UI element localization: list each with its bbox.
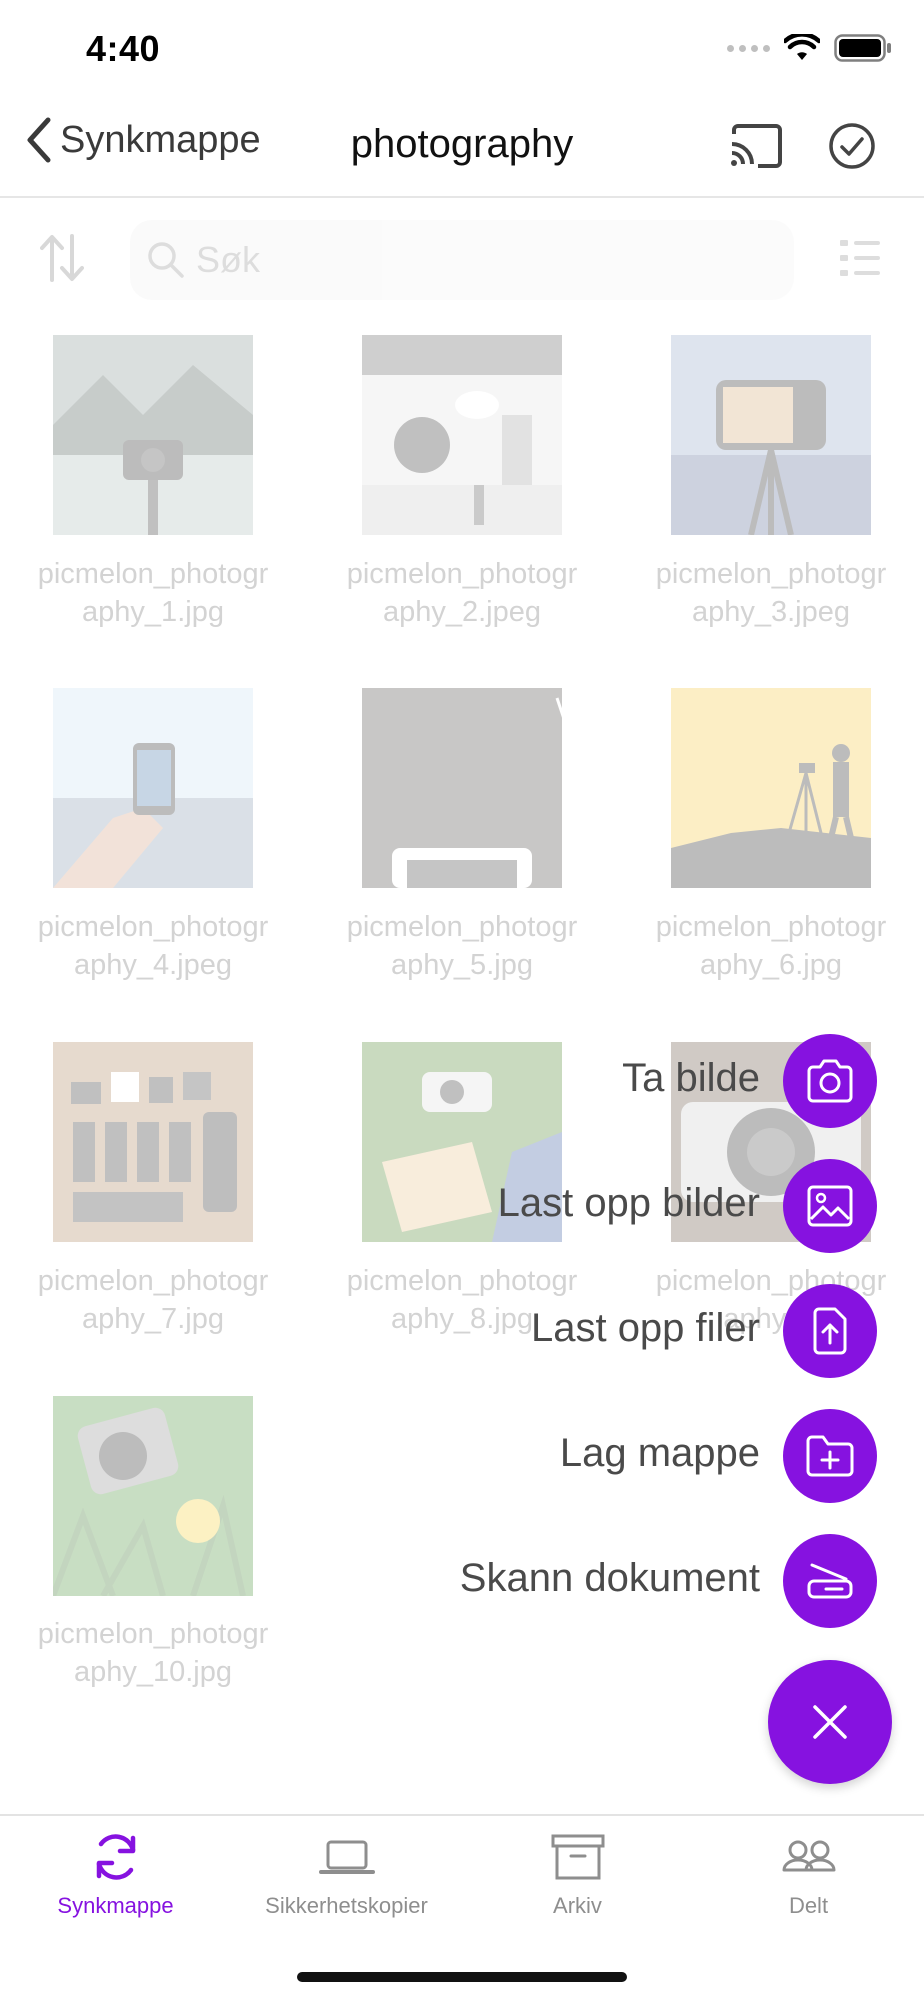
upload-photos-button[interactable] [783,1159,877,1253]
tab-label: Arkiv [553,1893,602,1918]
search-placeholder: Søk [196,239,261,280]
status-time: 4:40 [86,28,161,69]
upload-files-button[interactable] [783,1284,877,1378]
file-name: picmelon_photogr aphy_5.jpg [346,911,578,981]
folder-plus-icon [806,1435,854,1477]
sort-icon [40,234,84,282]
tab-label: Delt [788,1893,829,1918]
nav-divider [0,196,924,198]
file-name: picmelon_photogr aphy_2.jpeg [346,558,578,628]
wifi-icon [784,34,820,60]
file-thumbnail[interactable] [53,335,253,535]
tab-sikkerhetskopier[interactable]: Sikkerhetskopier [231,1830,462,1919]
tab-label: Synkmappe [57,1893,174,1918]
sort-button[interactable] [38,232,86,289]
signal-icon [727,44,770,52]
status-indicators [727,34,892,62]
file-name: picmelon_photogr aphy_3.jpeg [655,558,887,628]
archive-icon [551,1834,604,1880]
page-title: photography [350,122,574,166]
tab-label: Sikkerhetskopier [265,1893,428,1918]
laptop-icon [318,1840,375,1874]
search-input[interactable]: Søk [130,220,794,300]
file-name: picmelon_photogr aphy_1.jpg [37,558,269,628]
home-indicator [297,1972,627,1982]
create-folder-label[interactable]: Lag mappe [560,1431,760,1476]
file-thumbnail[interactable] [53,688,253,888]
camera-icon [807,1059,853,1103]
image-icon [807,1185,853,1227]
cast-button[interactable] [728,122,784,175]
upload-files-label[interactable]: Last opp filer [531,1306,760,1351]
scan-document-label[interactable]: Skann dokument [460,1556,760,1601]
search-icon [148,242,184,278]
checkmark-circle-icon [829,123,875,169]
sync-icon [96,1834,135,1880]
people-icon [782,1840,835,1872]
file-thumbnail[interactable] [362,688,562,888]
file-upload-icon [813,1307,847,1355]
file-name: picmelon_photogr aphy_4.jpeg [37,911,269,981]
upload-photos-label[interactable]: Last opp bilder [498,1181,760,1226]
file-thumbnail[interactable] [362,335,562,535]
file-thumbnail[interactable] [671,335,871,535]
file-thumbnail[interactable] [53,1042,253,1242]
take-photo-button[interactable] [783,1034,877,1128]
file-name: picmelon_photogr aphy_6.jpg [655,911,887,981]
tab-synkmappe[interactable]: Synkmappe [0,1830,231,1919]
list-view-icon [840,240,880,276]
tab-delt[interactable]: Delt [693,1830,924,1919]
tab-arkiv[interactable]: Arkiv [462,1830,693,1919]
battery-icon [834,34,891,62]
view-toggle-button[interactable] [838,236,882,285]
close-icon [813,1705,847,1739]
close-fab-button[interactable] [768,1660,892,1784]
file-thumbnail[interactable] [53,1396,253,1596]
file-name: picmelon_photogr aphy_7.jpg [37,1265,269,1335]
create-folder-button[interactable] [783,1409,877,1503]
scan-document-button[interactable] [783,1534,877,1628]
tab-bar-divider [0,1814,924,1816]
scanner-icon [807,1563,853,1599]
take-photo-label[interactable]: Ta bilde [622,1056,760,1101]
file-thumbnail[interactable] [671,688,871,888]
select-button[interactable] [828,122,876,175]
cast-icon [731,124,782,168]
file-name: picmelon_photogr aphy_10.jpg [37,1618,269,1688]
